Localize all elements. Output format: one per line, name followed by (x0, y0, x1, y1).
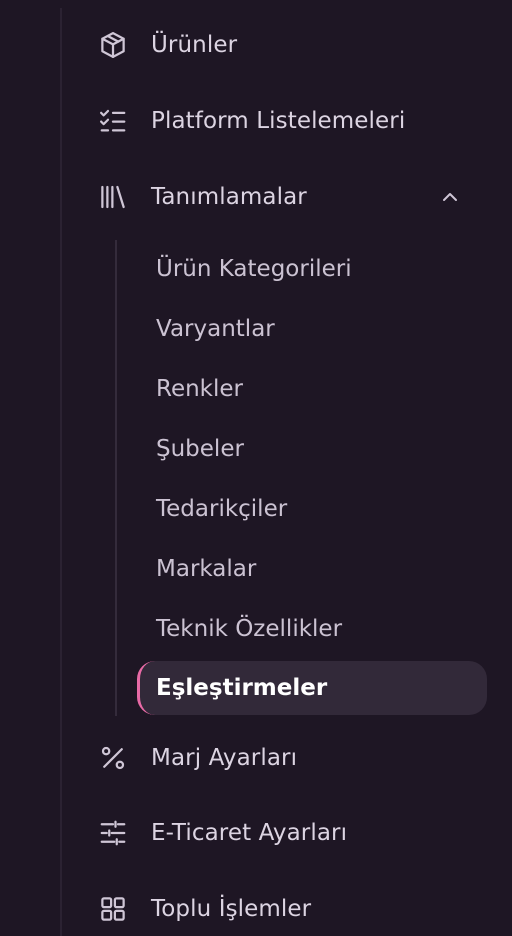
chevron-up-icon[interactable] (438, 185, 462, 209)
sidebar: Ürünler Platform Listelemeleri Tanımlama… (0, 0, 512, 936)
box-icon (92, 29, 136, 61)
nav-item-ecommerce-settings[interactable]: E-Ticaret Ayarları (92, 809, 472, 857)
submenu-item-mappings[interactable]: Eşleştirmeler (137, 661, 487, 715)
library-icon (92, 181, 136, 213)
sliders-icon (92, 817, 136, 849)
nav-item-products[interactable]: Ürünler (92, 21, 472, 69)
nav-item-margin-settings[interactable]: Marj Ayarları (92, 734, 472, 782)
nav-item-label: Toplu İşlemler (151, 896, 312, 922)
submenu-item-variants[interactable]: Varyantlar (137, 302, 487, 356)
submenu-item-colors[interactable]: Renkler (137, 362, 487, 416)
nav-item-label: Marj Ayarları (151, 745, 298, 771)
nav-item-label: Platform Listelemeleri (151, 108, 406, 134)
submenu-item-product-categories[interactable]: Ürün Kategorileri (137, 242, 487, 296)
percent-icon (92, 742, 136, 774)
submenu-item-branches[interactable]: Şubeler (137, 422, 487, 476)
nav-item-label: Tanımlamalar (151, 184, 307, 210)
submenu-divider (115, 240, 117, 716)
nav-item-platform-listings[interactable]: Platform Listelemeleri (92, 97, 472, 145)
checklist-icon (92, 105, 136, 137)
grid-icon (92, 893, 136, 925)
submenu-item-brands[interactable]: Markalar (137, 542, 487, 596)
nav-item-definitions[interactable]: Tanımlamalar (92, 173, 472, 221)
submenu-item-suppliers[interactable]: Tedarikçiler (137, 482, 487, 536)
nav-item-bulk-operations[interactable]: Toplu İşlemler (92, 885, 472, 933)
nav-item-label: Ürünler (151, 32, 238, 58)
sidebar-divider (60, 8, 62, 936)
submenu-item-technical-specs[interactable]: Teknik Özellikler (137, 602, 487, 656)
nav-item-label: E-Ticaret Ayarları (151, 820, 348, 846)
